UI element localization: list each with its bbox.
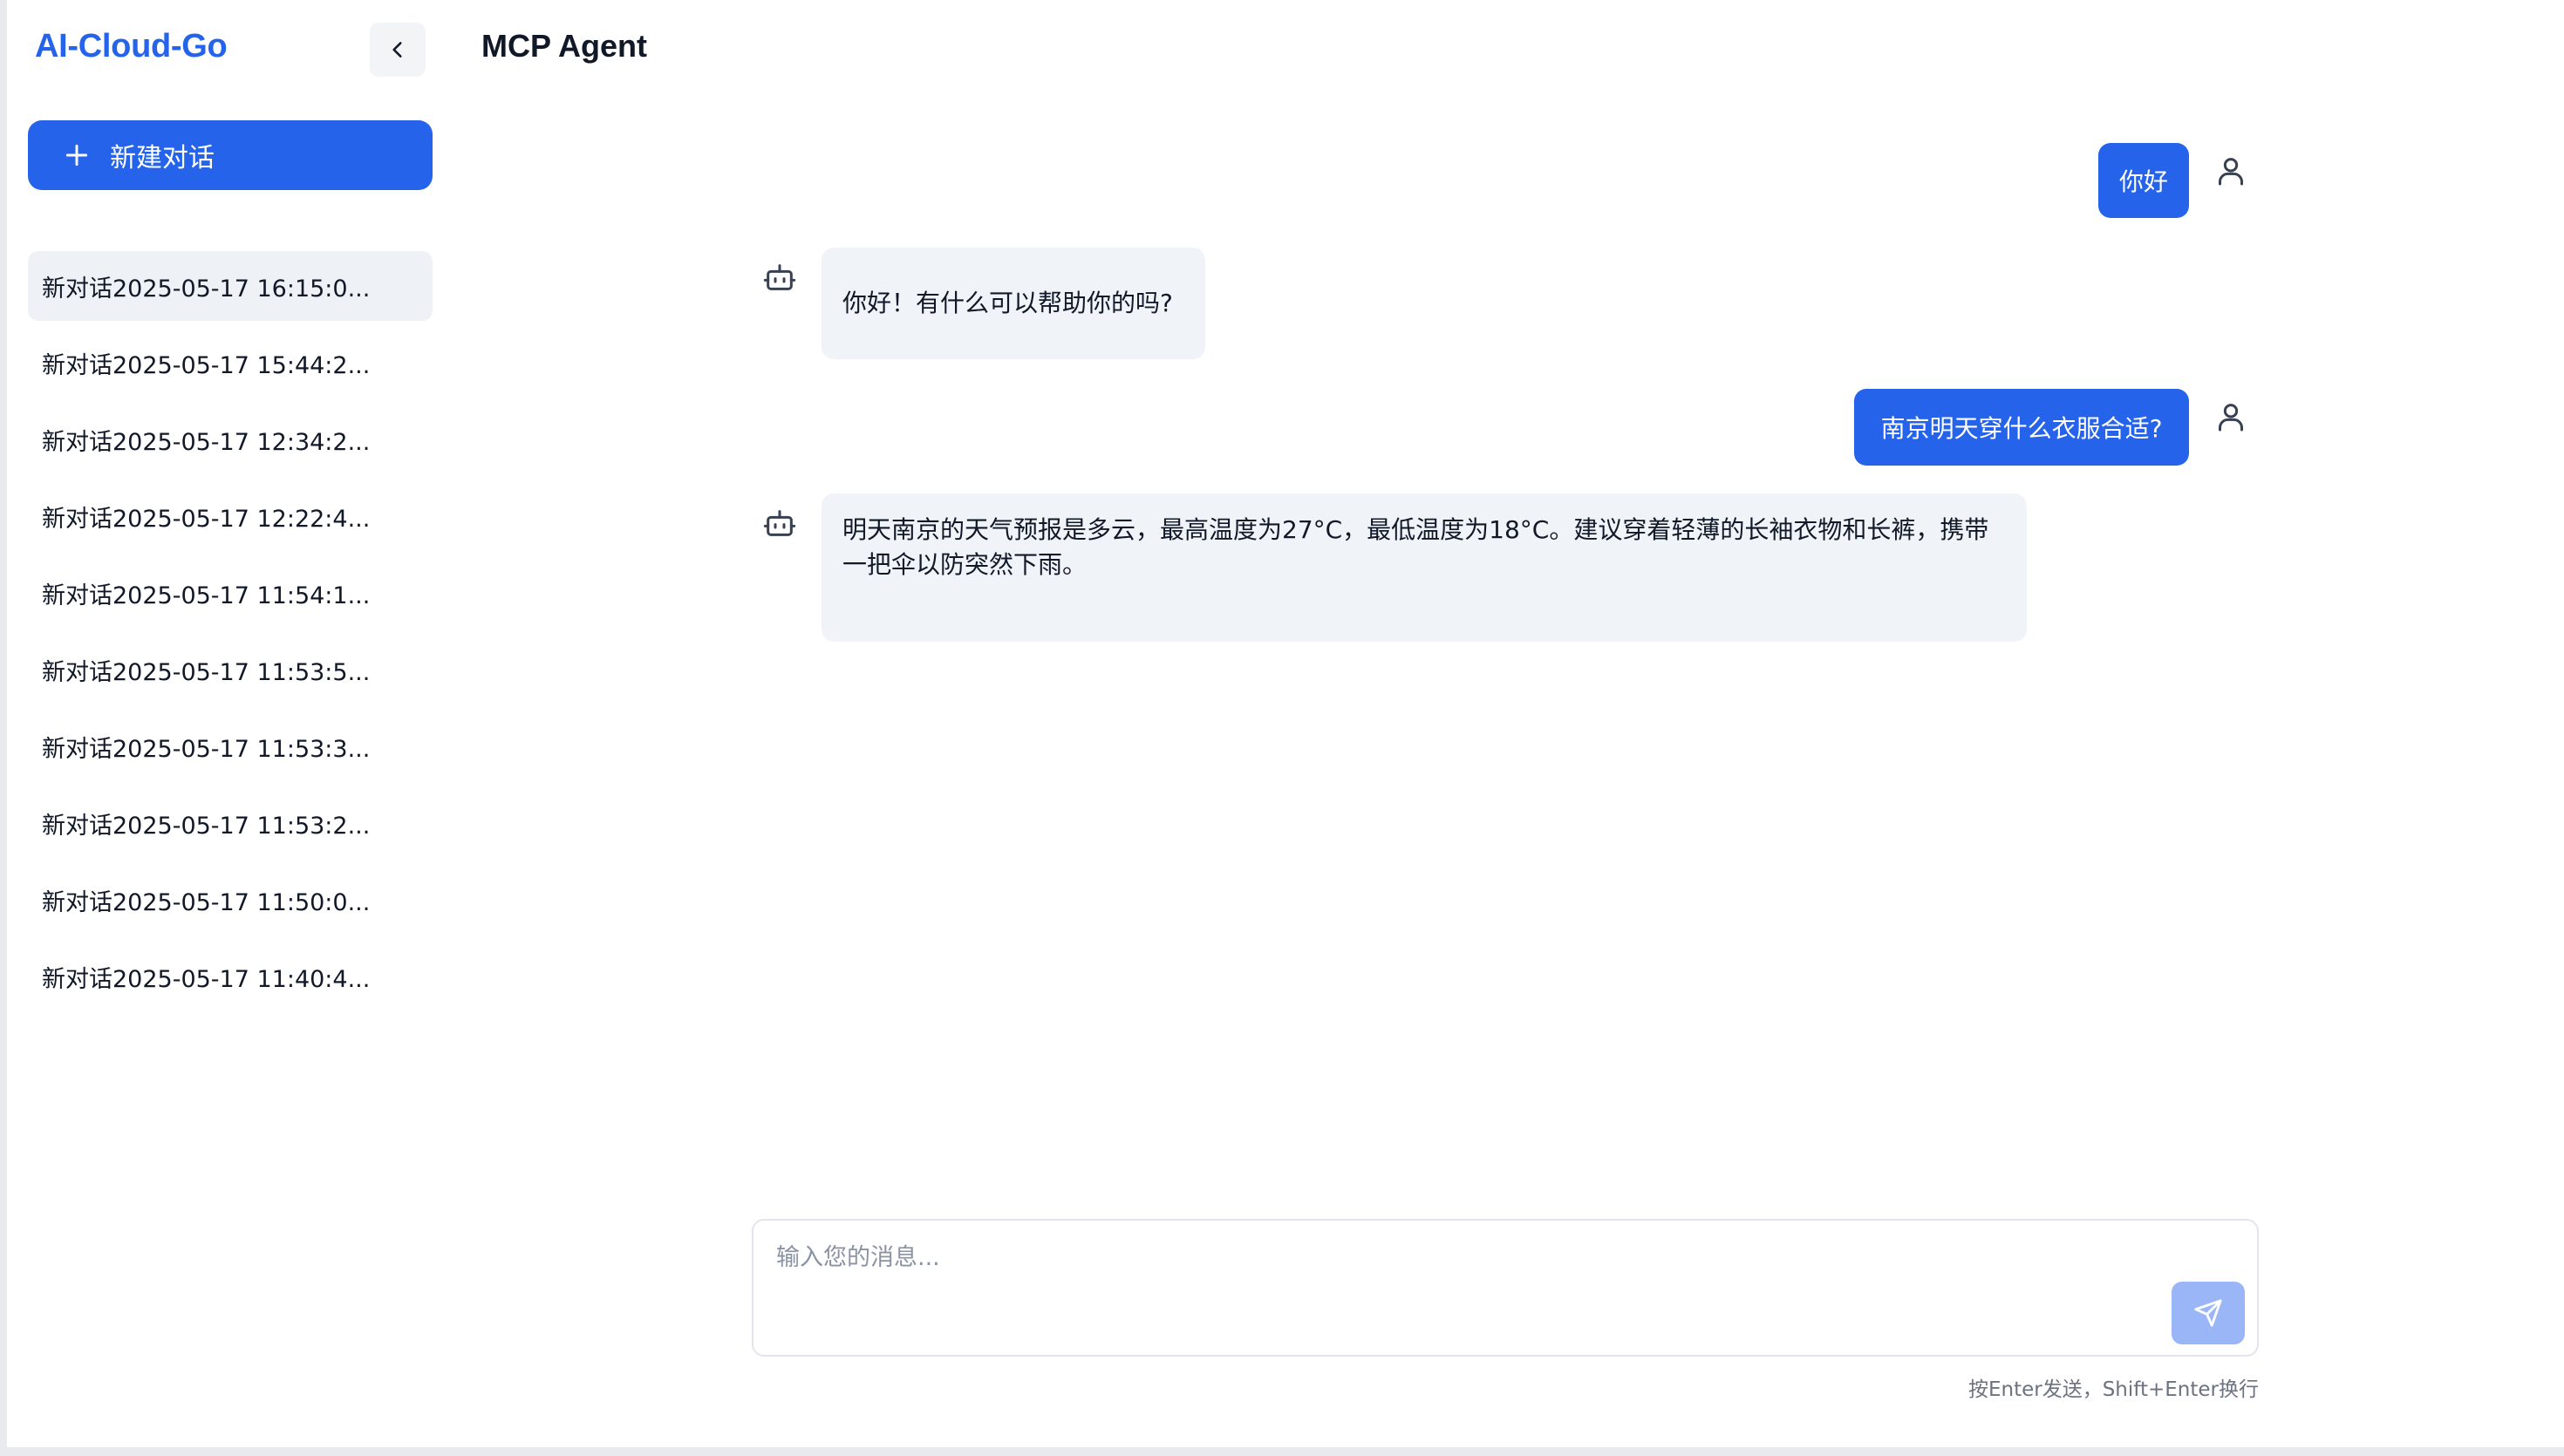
- conversation-item[interactable]: 新对话2025-05-17 12:22:4...: [28, 481, 433, 551]
- message-input[interactable]: [774, 1236, 2086, 1336]
- assistant-message-bubble: 你好！有什么可以帮助你的吗?: [822, 248, 1205, 359]
- bot-icon: [760, 258, 799, 296]
- conversation-item-active[interactable]: 新对话2025-05-17 16:15:0...: [28, 251, 433, 321]
- user-icon: [2212, 152, 2250, 190]
- window-frame-left: [0, 0, 7, 1456]
- conversation-item[interactable]: 新对话2025-05-17 11:53:5...: [28, 635, 433, 704]
- conversation-item[interactable]: 新对话2025-05-17 11:54:1...: [28, 558, 433, 628]
- bot-icon: [760, 504, 799, 542]
- sidebar: AI-Cloud-Go 新建对话 新对话2025-05-17 16:15:0..…: [7, 0, 443, 1447]
- page-title: MCP Agent: [481, 28, 648, 64]
- conversation-item[interactable]: 新对话2025-05-17 15:44:2...: [28, 328, 433, 398]
- conversation-item[interactable]: 新对话2025-05-17 11:40:4...: [28, 942, 433, 1011]
- new-chat-button[interactable]: 新建对话: [28, 120, 433, 190]
- assistant-message-bubble: 明天南京的天气预报是多云，最高温度为27°C，最低温度为18°C。建议穿着轻薄的…: [822, 493, 2027, 642]
- conversation-item[interactable]: 新对话2025-05-17 11:53:2...: [28, 788, 433, 858]
- send-icon: [2193, 1298, 2223, 1328]
- user-message-bubble: 你好: [2098, 143, 2189, 218]
- app-logo: AI-Cloud-Go: [35, 28, 228, 65]
- send-button[interactable]: [2172, 1282, 2245, 1344]
- user-icon: [2212, 398, 2250, 436]
- input-hint: 按Enter发送，Shift+Enter换行: [1967, 1378, 2259, 1401]
- chevron-left-icon: [386, 38, 409, 61]
- window-frame-bottom: [0, 1447, 2564, 1456]
- conversation-item[interactable]: 新对话2025-05-17 12:34:2...: [28, 405, 433, 474]
- user-message-bubble: 南京明天穿什么衣服合适?: [1854, 389, 2189, 466]
- message-input-container: [752, 1219, 2259, 1357]
- conversation-list: 新对话2025-05-17 16:15:0... 新对话2025-05-17 1…: [28, 251, 433, 1018]
- new-chat-label: 新建对话: [110, 143, 215, 173]
- plus-icon: [63, 141, 91, 169]
- collapse-sidebar-button[interactable]: [370, 23, 426, 77]
- conversation-item[interactable]: 新对话2025-05-17 11:50:0...: [28, 865, 433, 935]
- conversation-item[interactable]: 新对话2025-05-17 11:53:3...: [28, 711, 433, 781]
